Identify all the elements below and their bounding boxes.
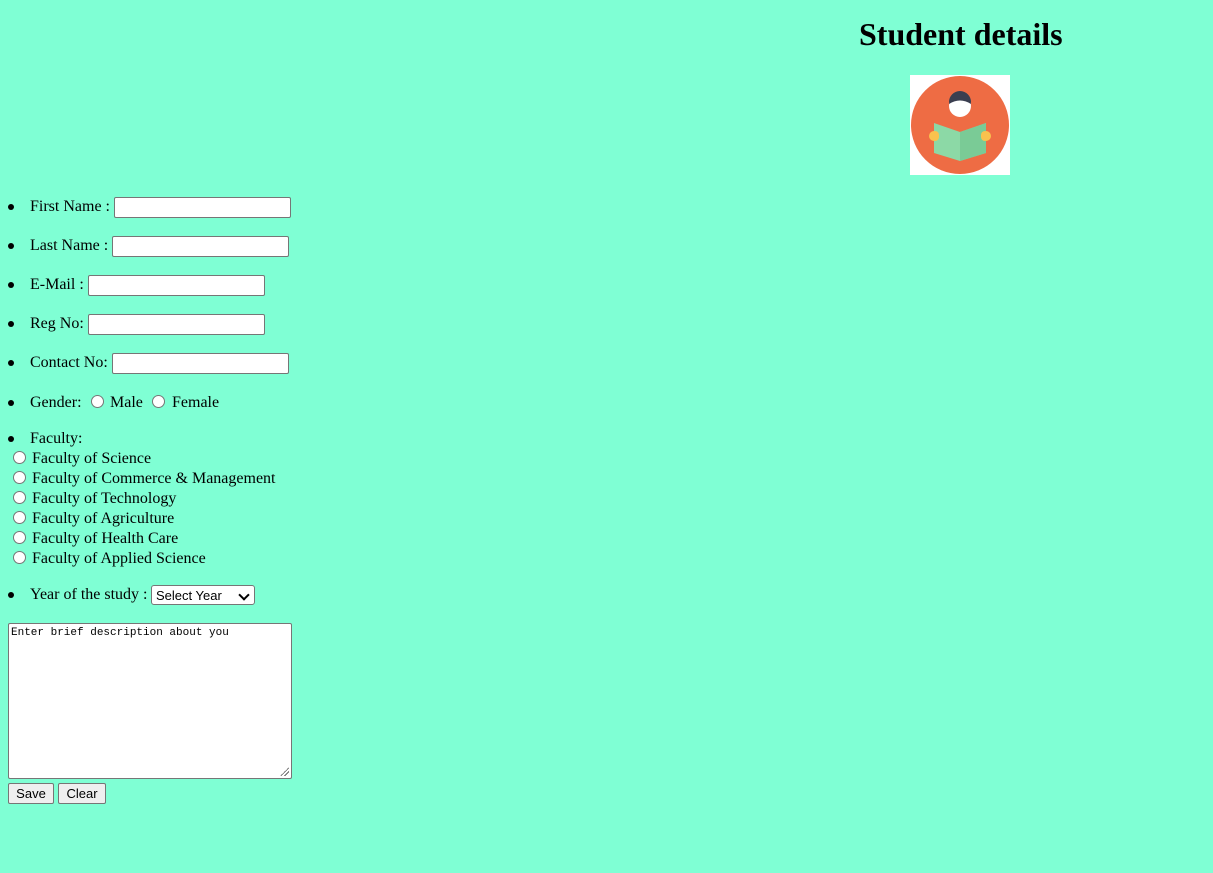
first-name-input[interactable]	[114, 197, 291, 218]
bullet-icon	[8, 360, 14, 366]
contact-no-input[interactable]	[112, 353, 289, 374]
faculty-commerce-radio[interactable]	[13, 471, 26, 484]
faculty-option-label: Faculty of Science	[32, 450, 152, 467]
clear-button[interactable]: Clear	[58, 783, 106, 804]
gender-male-radio[interactable]	[91, 395, 104, 408]
contact-no-label: Contact No:	[30, 354, 108, 371]
faculty-agriculture-radio[interactable]	[13, 511, 26, 524]
faculty-option-label: Faculty of Agriculture	[32, 510, 175, 527]
year-select[interactable]: Select Year	[151, 585, 255, 605]
reg-no-input[interactable]	[88, 314, 265, 335]
year-select-value: Select Year	[156, 587, 222, 603]
gender-female-radio[interactable]	[152, 395, 165, 408]
last-name-label: Last Name :	[30, 237, 109, 254]
resize-grip-icon[interactable]	[280, 767, 289, 776]
faculty-option-label: Faculty of Technology	[32, 490, 177, 507]
email-input[interactable]	[88, 275, 265, 296]
bullet-icon	[8, 282, 14, 288]
faculty-option-label: Faculty of Health Care	[32, 530, 179, 547]
bullet-icon	[8, 204, 14, 210]
faculty-option-label: Faculty of Commerce & Management	[32, 470, 276, 487]
first-name-label: First Name :	[30, 198, 110, 215]
reg-no-label: Reg No:	[30, 315, 84, 332]
bullet-icon	[8, 400, 14, 406]
faculty-applied-science-radio[interactable]	[13, 551, 26, 564]
faculty-science-radio[interactable]	[13, 451, 26, 464]
description-textarea[interactable]: Enter brief description about you	[8, 623, 292, 779]
student-reading-icon	[910, 75, 1010, 175]
last-name-input[interactable]	[112, 236, 289, 257]
faculty-health-care-radio[interactable]	[13, 531, 26, 544]
gender-female-label: Female	[172, 394, 220, 411]
description-placeholder: Enter brief description about you	[11, 627, 229, 639]
bullet-icon	[8, 436, 14, 442]
bullet-icon	[8, 243, 14, 249]
gender-label: Gender:	[30, 394, 82, 411]
gender-male-label: Male	[110, 394, 143, 411]
page-title: Student details	[859, 16, 1063, 52]
email-label: E-Mail :	[30, 276, 84, 293]
faculty-technology-radio[interactable]	[13, 491, 26, 504]
chevron-down-icon	[238, 589, 250, 601]
bullet-icon	[8, 321, 14, 327]
year-label: Year of the study :	[30, 586, 148, 603]
faculty-option-label: Faculty of Applied Science	[32, 550, 206, 567]
faculty-label: Faculty:	[30, 430, 83, 447]
save-button[interactable]: Save	[8, 783, 54, 804]
bullet-icon	[8, 592, 14, 598]
